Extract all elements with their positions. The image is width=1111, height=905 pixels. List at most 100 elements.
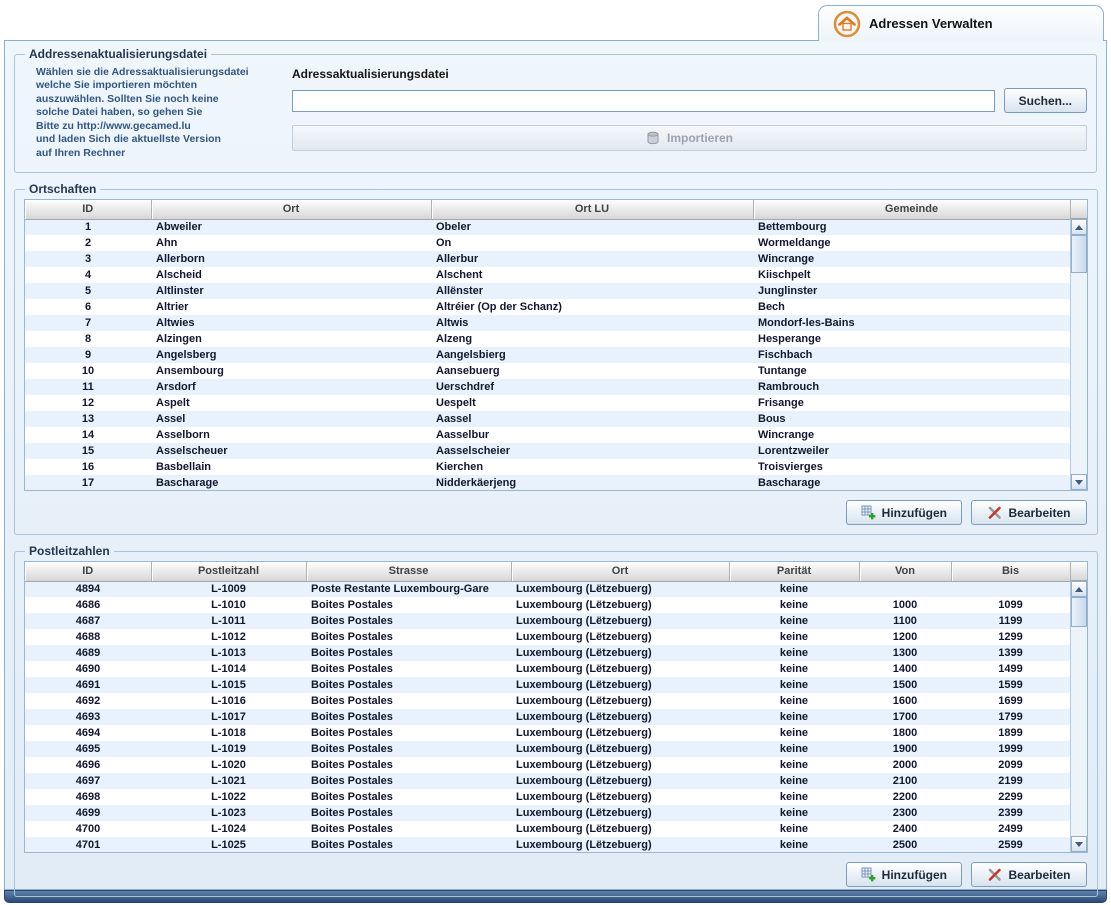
table-cell[interactable]: Asselborn bbox=[151, 427, 431, 443]
column-header-postleitzahl[interactable]: Postleitzahl bbox=[151, 562, 306, 581]
table-cell[interactable]: L-1018 bbox=[151, 725, 306, 741]
table-cell[interactable]: 2199 bbox=[951, 773, 1070, 789]
table-row[interactable]: 4694L-1018Boites PostalesLuxembourg (Lët… bbox=[25, 725, 1070, 741]
table-cell[interactable]: Abweiler bbox=[151, 219, 431, 235]
table-cell[interactable]: L-1022 bbox=[151, 789, 306, 805]
table-cell[interactable]: Kierchen bbox=[431, 459, 753, 475]
table-cell[interactable]: Luxembourg (Lëtzebuerg) bbox=[511, 597, 729, 613]
table-cell[interactable]: Bettembourg bbox=[753, 219, 1070, 235]
table-cell[interactable] bbox=[951, 581, 1070, 597]
table-cell[interactable]: Angelsberg bbox=[151, 347, 431, 363]
table-row[interactable]: 2AhnOnWormeldange bbox=[25, 235, 1070, 251]
scroll-thumb[interactable] bbox=[1071, 597, 1087, 627]
table-cell[interactable]: 4696 bbox=[25, 757, 151, 773]
table-cell[interactable]: Boites Postales bbox=[306, 725, 511, 741]
table-cell[interactable]: L-1013 bbox=[151, 645, 306, 661]
table-cell[interactable]: Asselscheuer bbox=[151, 443, 431, 459]
table-cell[interactable] bbox=[859, 581, 951, 597]
table-cell[interactable]: Luxembourg (Lëtzebuerg) bbox=[511, 645, 729, 661]
table-cell[interactable]: keine bbox=[729, 789, 859, 805]
table-cell[interactable]: Altlinster bbox=[151, 283, 431, 299]
table-cell[interactable]: keine bbox=[729, 597, 859, 613]
table-cell[interactable]: keine bbox=[729, 613, 859, 629]
table-cell[interactable]: 2000 bbox=[859, 757, 951, 773]
table-cell[interactable]: keine bbox=[729, 757, 859, 773]
table-row[interactable]: 4686L-1010Boites PostalesLuxembourg (Lët… bbox=[25, 597, 1070, 613]
table-cell[interactable]: Bascharage bbox=[753, 475, 1070, 491]
table-cell[interactable]: L-1017 bbox=[151, 709, 306, 725]
table-cell[interactable]: Fischbach bbox=[753, 347, 1070, 363]
postleitzahlen-vertical-scrollbar[interactable] bbox=[1070, 581, 1087, 852]
table-cell[interactable]: Boites Postales bbox=[306, 677, 511, 693]
table-cell[interactable]: Obeler bbox=[431, 219, 753, 235]
table-row[interactable]: 14AsselbornAasselburWincrange bbox=[25, 427, 1070, 443]
table-cell[interactable]: 2299 bbox=[951, 789, 1070, 805]
column-header-id[interactable]: ID bbox=[25, 562, 151, 581]
table-cell[interactable]: Aangelsbierg bbox=[431, 347, 753, 363]
table-cell[interactable]: Boites Postales bbox=[306, 661, 511, 677]
table-cell[interactable]: keine bbox=[729, 645, 859, 661]
table-cell[interactable]: Alzingen bbox=[151, 331, 431, 347]
table-cell[interactable]: Alzeng bbox=[431, 331, 753, 347]
table-cell[interactable]: Boites Postales bbox=[306, 741, 511, 757]
table-cell[interactable]: 4687 bbox=[25, 613, 151, 629]
table-cell[interactable]: L-1024 bbox=[151, 821, 306, 837]
table-cell[interactable]: Boites Postales bbox=[306, 613, 511, 629]
table-cell[interactable]: Allënster bbox=[431, 283, 753, 299]
table-row[interactable]: 4697L-1021Boites PostalesLuxembourg (Lët… bbox=[25, 773, 1070, 789]
table-cell[interactable]: 1399 bbox=[951, 645, 1070, 661]
table-cell[interactable]: Boites Postales bbox=[306, 837, 511, 853]
column-header-bis[interactable]: Bis bbox=[951, 562, 1070, 581]
table-cell[interactable]: 14 bbox=[25, 427, 151, 443]
table-cell[interactable]: Luxembourg (Lëtzebuerg) bbox=[511, 773, 729, 789]
table-cell[interactable]: L-1025 bbox=[151, 837, 306, 853]
table-cell[interactable]: Luxembourg (Lëtzebuerg) bbox=[511, 789, 729, 805]
table-cell[interactable]: Arsdorf bbox=[151, 379, 431, 395]
table-cell[interactable]: Boites Postales bbox=[306, 805, 511, 821]
table-cell[interactable]: 2500 bbox=[859, 837, 951, 853]
table-cell[interactable]: keine bbox=[729, 661, 859, 677]
table-row[interactable]: 4693L-1017Boites PostalesLuxembourg (Lët… bbox=[25, 709, 1070, 725]
column-header-id[interactable]: ID bbox=[25, 200, 151, 219]
table-cell[interactable]: Bous bbox=[753, 411, 1070, 427]
table-cell[interactable]: 4689 bbox=[25, 645, 151, 661]
table-row[interactable]: 4695L-1019Boites PostalesLuxembourg (Lët… bbox=[25, 741, 1070, 757]
ortschaften-vertical-scrollbar[interactable] bbox=[1070, 219, 1087, 490]
table-cell[interactable]: 1099 bbox=[951, 597, 1070, 613]
table-cell[interactable]: Altrier bbox=[151, 299, 431, 315]
table-cell[interactable]: Luxembourg (Lëtzebuerg) bbox=[511, 693, 729, 709]
table-cell[interactable]: 1899 bbox=[951, 725, 1070, 741]
table-cell[interactable]: 9 bbox=[25, 347, 151, 363]
ortschaften-add-button[interactable]: Hinzufügen bbox=[846, 500, 962, 525]
table-row[interactable]: 13AsselAasselBous bbox=[25, 411, 1070, 427]
table-cell[interactable]: Luxembourg (Lëtzebuerg) bbox=[511, 757, 729, 773]
table-cell[interactable]: Aasselscheier bbox=[431, 443, 753, 459]
table-cell[interactable]: 4 bbox=[25, 267, 151, 283]
table-cell[interactable]: Aansebuerg bbox=[431, 363, 753, 379]
table-cell[interactable]: Boites Postales bbox=[306, 789, 511, 805]
table-cell[interactable]: Allerborn bbox=[151, 251, 431, 267]
table-row[interactable]: 10AnsembourgAansebuergTuntange bbox=[25, 363, 1070, 379]
table-cell[interactable]: Luxembourg (Lëtzebuerg) bbox=[511, 661, 729, 677]
table-cell[interactable]: keine bbox=[729, 581, 859, 597]
table-cell[interactable]: Mondorf-les-Bains bbox=[753, 315, 1070, 331]
table-cell[interactable]: Boites Postales bbox=[306, 709, 511, 725]
file-path-input[interactable] bbox=[292, 90, 995, 112]
table-row[interactable]: 4690L-1014Boites PostalesLuxembourg (Lët… bbox=[25, 661, 1070, 677]
table-cell[interactable]: 16 bbox=[25, 459, 151, 475]
table-cell[interactable]: 4701 bbox=[25, 837, 151, 853]
table-cell[interactable]: keine bbox=[729, 821, 859, 837]
table-cell[interactable]: 1199 bbox=[951, 613, 1070, 629]
table-row[interactable]: 5AltlinsterAllënsterJunglinster bbox=[25, 283, 1070, 299]
column-header-gemeinde[interactable]: Gemeinde bbox=[753, 200, 1070, 219]
table-cell[interactable]: 1799 bbox=[951, 709, 1070, 725]
table-cell[interactable]: 1299 bbox=[951, 629, 1070, 645]
table-cell[interactable]: Altréier (Op der Schanz) bbox=[431, 299, 753, 315]
table-cell[interactable]: 2200 bbox=[859, 789, 951, 805]
table-cell[interactable]: Nidderkäerjeng bbox=[431, 475, 753, 491]
table-row[interactable]: 9AngelsbergAangelsbiergFischbach bbox=[25, 347, 1070, 363]
table-cell[interactable]: On bbox=[431, 235, 753, 251]
table-row[interactable]: 4688L-1012Boites PostalesLuxembourg (Lët… bbox=[25, 629, 1070, 645]
table-row[interactable]: 4698L-1022Boites PostalesLuxembourg (Lët… bbox=[25, 789, 1070, 805]
table-cell[interactable]: Allerbur bbox=[431, 251, 753, 267]
